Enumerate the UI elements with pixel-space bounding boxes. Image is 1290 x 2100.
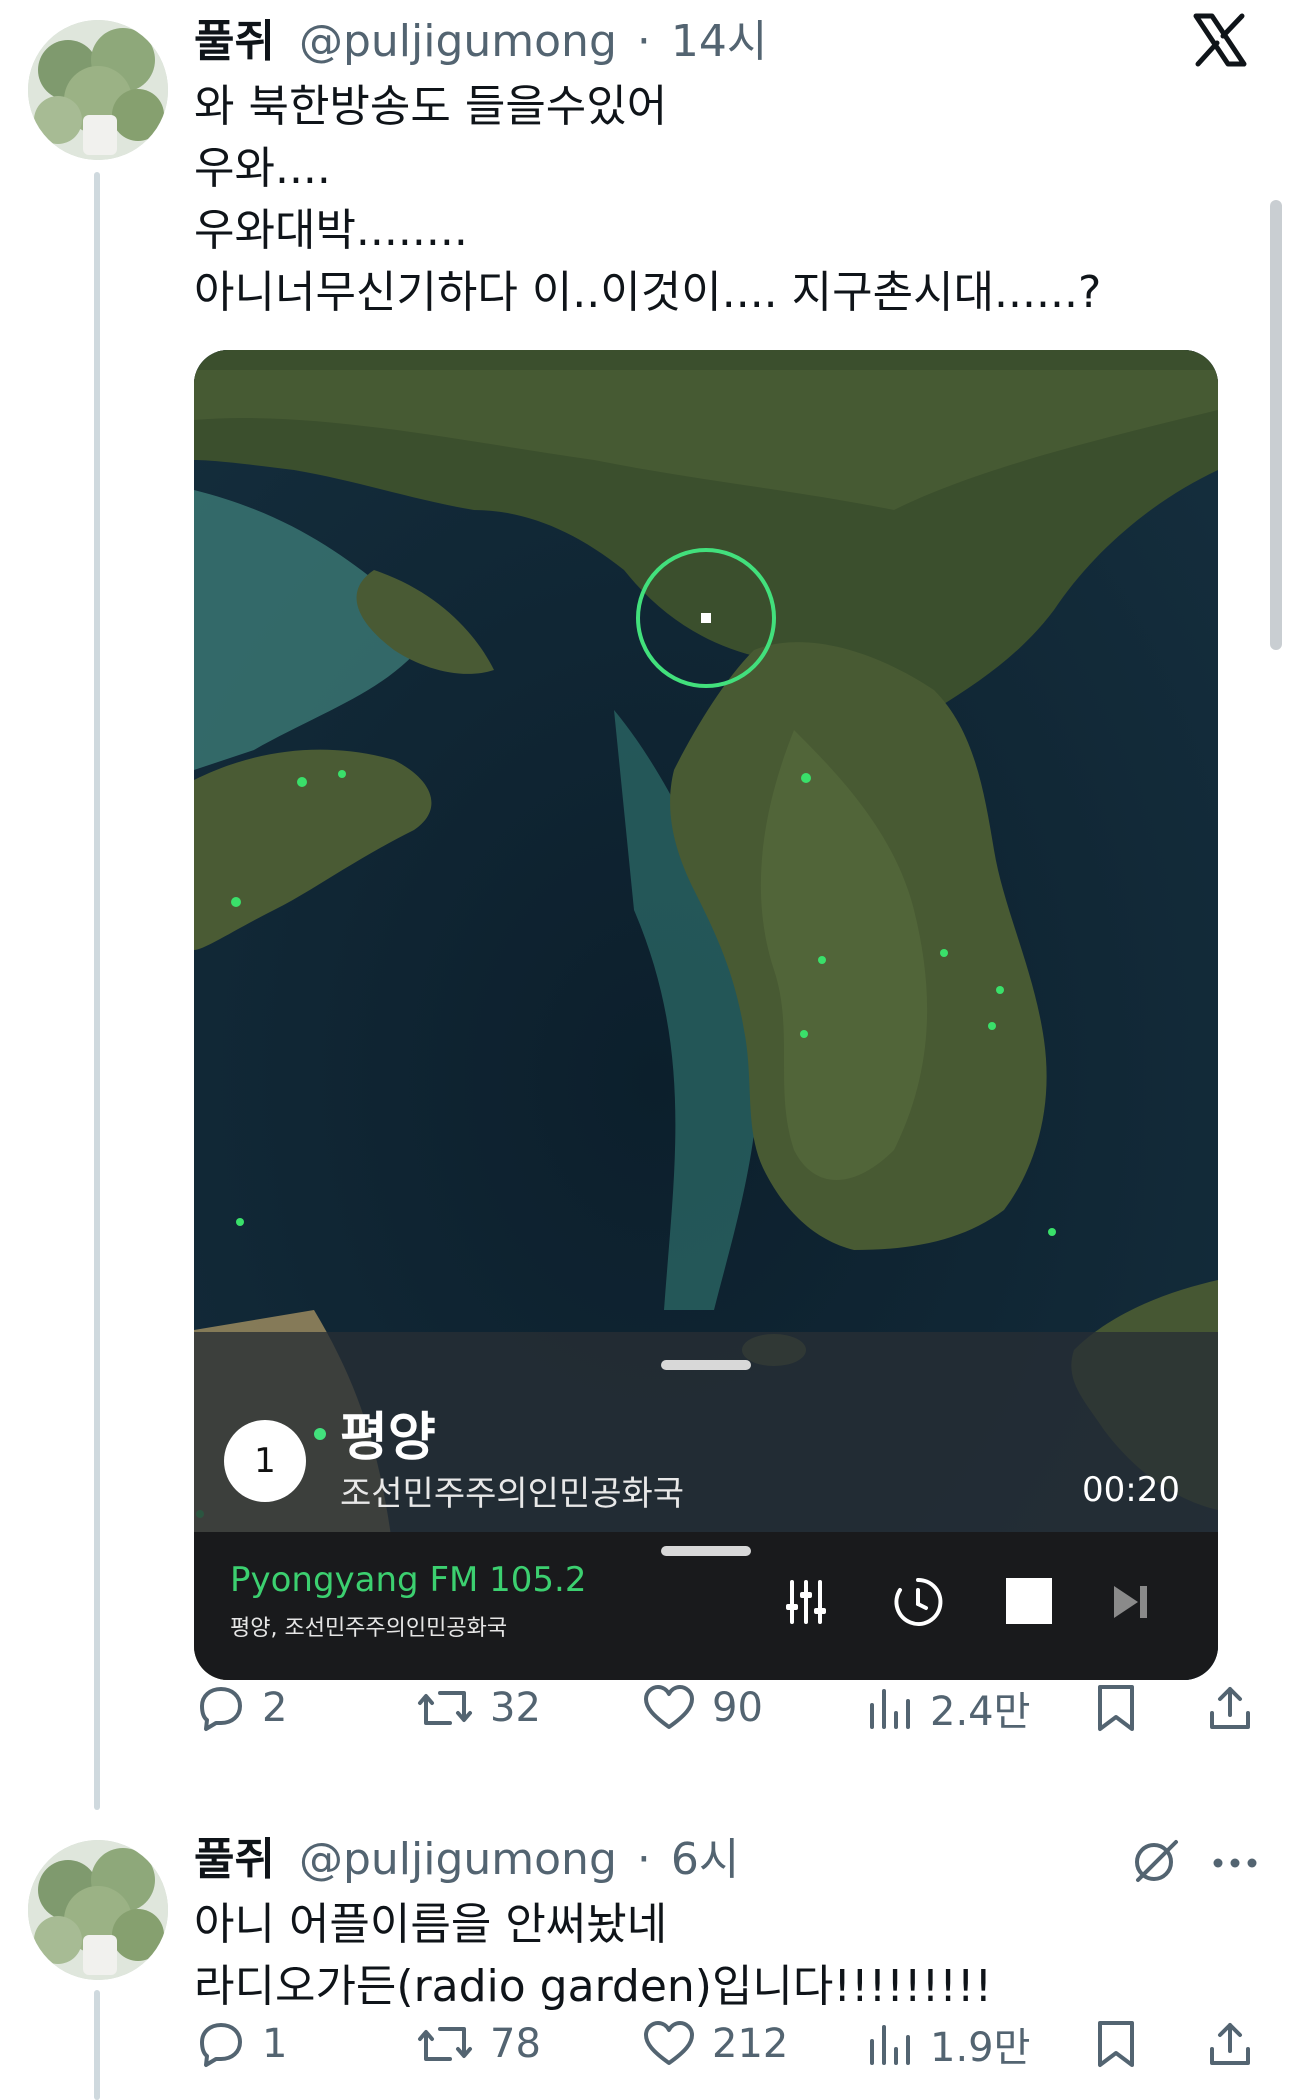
tweet-line: 와 북한방송도 들을수있어 — [194, 81, 668, 132]
like-count: 212 — [712, 2021, 789, 2067]
like-button[interactable]: 212 — [642, 2019, 788, 2069]
next-icon[interactable] — [1110, 1582, 1152, 1626]
tweet-text: 아니 어플이름을 안써놨네 라디오가든(radio garden)입니다!!!!… — [194, 1894, 992, 2018]
tweet-line: 우와.... — [194, 143, 331, 194]
retweet-icon — [416, 1683, 474, 1733]
display-name[interactable]: 풀쥐 — [194, 16, 275, 67]
avatar[interactable] — [28, 20, 168, 160]
handle[interactable]: @puljigumong — [299, 16, 617, 67]
timestamp[interactable]: 6시 — [671, 1834, 739, 1885]
views-button[interactable]: 2.4만 — [866, 1679, 1030, 1737]
retweet-count: 32 — [490, 1685, 541, 1731]
now-playing-subtitle: 평양, 조선민주주의인민공화국 — [230, 1616, 508, 1641]
equalizer-icon[interactable] — [782, 1578, 830, 1630]
elapsed-time: 00:20 — [1082, 1470, 1180, 1510]
grok-icon[interactable] — [1130, 1834, 1182, 1890]
timer-icon[interactable] — [890, 1574, 946, 1634]
station-title: 평양 — [340, 1408, 436, 1468]
tweet-header: 풀쥐 @puljigumong · 6시 — [194, 1832, 739, 1888]
thread-line — [94, 172, 100, 1810]
x-logo-icon[interactable] — [1192, 12, 1248, 72]
views-icon — [866, 1683, 914, 1733]
scrollbar[interactable] — [1270, 200, 1282, 650]
drag-handle[interactable] — [661, 1360, 751, 1370]
separator: · — [636, 16, 651, 67]
tweet-line: 아니 어플이름을 안써놨네 — [194, 1899, 668, 1950]
player-handle[interactable] — [661, 1546, 751, 1556]
reply-icon — [196, 1683, 246, 1733]
share-icon[interactable] — [1206, 1683, 1254, 1733]
tweet-text: 와 북한방송도 들을수있어 우와.... 우와대박........ 아니너무신기… — [194, 76, 1101, 324]
retweet-button[interactable]: 78 — [416, 2019, 541, 2069]
views-count: 2.4만 — [930, 1689, 1031, 1735]
views-icon — [866, 2019, 914, 2069]
reply-button[interactable]: 1 — [196, 2019, 287, 2069]
live-dot — [314, 1428, 326, 1440]
media-card[interactable]: 1 평양 조선민주주의인민공화국 00:20 Pyongyang FM 105.… — [194, 350, 1218, 1680]
like-icon — [642, 2019, 696, 2069]
display-name[interactable]: 풀쥐 — [194, 1834, 275, 1885]
retweet-icon — [416, 2019, 474, 2069]
station-count-badge[interactable]: 1 — [224, 1420, 306, 1502]
views-button[interactable]: 1.9만 — [866, 2015, 1030, 2073]
bookmark-icon[interactable] — [1094, 1683, 1138, 1733]
thread-line — [94, 1990, 100, 2100]
retweet-button[interactable]: 32 — [416, 1683, 541, 1733]
like-count: 90 — [712, 1685, 763, 1731]
stop-icon[interactable] — [1006, 1578, 1052, 1624]
avatar[interactable] — [28, 1840, 168, 1980]
reply-count: 2 — [262, 1685, 288, 1731]
tweet-line: 라디오가든(radio garden)입니다!!!!!!!!! — [194, 1961, 993, 2012]
like-icon — [642, 1683, 696, 1733]
timestamp[interactable]: 14시 — [671, 16, 767, 67]
tweet-line: 아니너무신기하다 이..이것이.... 지구촌시대......? — [194, 267, 1102, 318]
now-playing-title[interactable]: Pyongyang FM 105.2 — [230, 1560, 587, 1600]
bookmark-icon[interactable] — [1094, 2019, 1138, 2069]
reply-button[interactable]: 2 — [196, 1683, 287, 1733]
handle[interactable]: @puljigumong — [299, 1834, 617, 1885]
reply-icon — [196, 2019, 246, 2069]
reply-count: 1 — [262, 2021, 288, 2067]
separator: · — [636, 1834, 651, 1885]
station-country: 조선민주주의인민공화국 — [340, 1474, 685, 1514]
retweet-count: 78 — [490, 2021, 541, 2067]
more-icon[interactable] — [1212, 1854, 1258, 1873]
share-icon[interactable] — [1206, 2019, 1254, 2069]
tweet-line: 우와대박........ — [194, 205, 468, 256]
views-count: 1.9만 — [930, 2025, 1031, 2071]
tweet-header: 풀쥐 @puljigumong · 14시 — [194, 14, 767, 70]
like-button[interactable]: 90 — [642, 1683, 763, 1733]
